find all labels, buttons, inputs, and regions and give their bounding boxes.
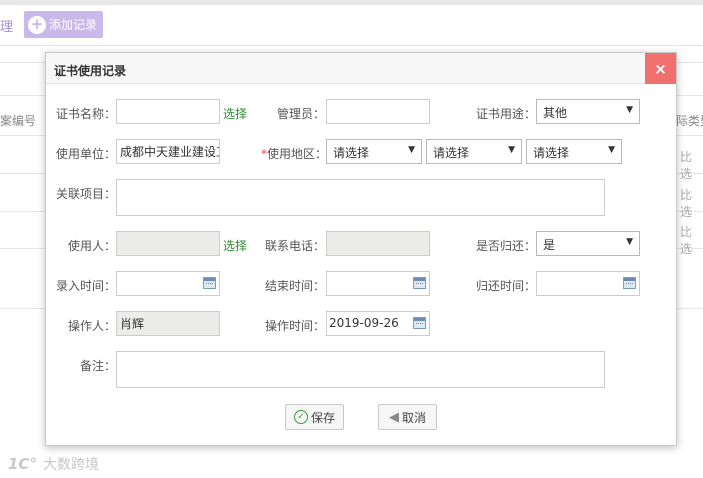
cert-name-label: 证书名称： — [56, 107, 117, 121]
cancel-label: 取消 — [401, 410, 426, 425]
admin-input[interactable] — [326, 99, 430, 124]
dropdown-arrow-icon: ▼ — [626, 237, 633, 247]
unit-input[interactable]: 成都中天建业建设工 — [116, 139, 220, 164]
table-cell: 比选 — [680, 150, 693, 181]
city-value: 请选择 — [433, 146, 470, 160]
return-time-label: 归还时间： — [476, 279, 537, 293]
phone-label: 联系电话： — [265, 239, 326, 253]
end-time-label: 结束时间： — [265, 279, 326, 293]
table-cell: 比选 — [680, 188, 693, 219]
admin-label: 管理员： — [277, 107, 326, 121]
returned-label: 是否归还： — [476, 239, 537, 253]
operator-label: 操作人： — [68, 319, 117, 333]
remark-label: 备注： — [80, 359, 117, 373]
table-cell: 比选 — [680, 225, 693, 256]
check-circle-icon: ✓ — [293, 410, 308, 424]
watermark-text: 大数跨境 — [42, 457, 99, 473]
save-button[interactable]: ✓ 保存 — [285, 404, 344, 430]
cert-name-input[interactable] — [116, 99, 220, 124]
unit-label: 使用单位： — [56, 147, 117, 161]
purpose-value: 其他 — [543, 106, 568, 120]
phone-input[interactable] — [326, 231, 430, 256]
region-label: *使用地区： — [261, 145, 327, 162]
end-time-input[interactable] — [326, 271, 430, 296]
project-label: 关联项目： — [56, 187, 117, 201]
district-value: 请选择 — [533, 146, 570, 160]
plus-icon: + — [28, 15, 46, 34]
dialog-title: 证书使用记录 — [54, 64, 127, 78]
user-label: 使用人： — [68, 239, 117, 253]
operate-time-input[interactable]: 2019-09-26 — [326, 311, 430, 336]
cancel-button[interactable]: ◀ 取消 — [378, 404, 437, 430]
cert-select-link[interactable]: 选择 — [223, 105, 247, 122]
returned-select[interactable]: 是 ▼ — [536, 231, 640, 256]
province-value: 请选择 — [333, 146, 370, 160]
add-record-label: 添加记录 — [49, 18, 98, 32]
add-record-button[interactable]: + 添加记录 — [24, 11, 103, 38]
operate-time-label: 操作时间： — [265, 319, 326, 333]
column-header-code: 案编号 — [0, 114, 37, 128]
dropdown-arrow-icon: ▼ — [408, 145, 415, 155]
user-input[interactable] — [116, 231, 220, 256]
watermark: 1C° 大数跨境 — [8, 454, 99, 474]
divider — [0, 45, 703, 46]
district-select[interactable]: 请选择 ▼ — [526, 139, 622, 164]
close-icon[interactable]: × — [645, 53, 676, 84]
province-select[interactable]: 请选择 ▼ — [326, 139, 422, 164]
calendar-icon[interactable] — [623, 277, 636, 289]
region-label-text: 使用地区： — [267, 147, 328, 161]
calendar-icon[interactable] — [413, 317, 426, 329]
purpose-label: 证书用途： — [476, 107, 537, 121]
calendar-icon[interactable] — [203, 277, 216, 289]
manage-text: 理 — [0, 20, 14, 35]
dropdown-arrow-icon: ▼ — [626, 105, 633, 115]
dropdown-arrow-icon: ▼ — [508, 145, 515, 155]
watermark-logo-icon: 1C° — [8, 455, 37, 473]
back-arrow-icon: ◀ — [388, 409, 399, 425]
calendar-icon[interactable] — [413, 277, 426, 289]
dialog-header: 证书使用记录 × — [46, 53, 676, 84]
user-select-link[interactable]: 选择 — [223, 237, 247, 254]
operate-time-value: 2019-09-26 — [329, 316, 399, 330]
purpose-select[interactable]: 其他 ▼ — [536, 99, 640, 124]
returned-value: 是 — [543, 238, 556, 252]
city-select[interactable]: 请选择 ▼ — [426, 139, 522, 164]
column-header-type: 际类型 — [676, 114, 703, 128]
return-time-input[interactable] — [536, 271, 640, 296]
project-textarea[interactable] — [116, 179, 605, 216]
entry-time-input[interactable] — [116, 271, 220, 296]
certificate-usage-dialog: 证书使用记录 × 证书名称： 选择 管理员： 证书用途： 其他 ▼ 使用单位： … — [45, 52, 677, 446]
remark-textarea[interactable] — [116, 351, 605, 388]
operator-input: 肖辉 — [116, 311, 220, 336]
entry-time-label: 录入时间： — [56, 279, 117, 293]
save-label: 保存 — [310, 410, 335, 425]
toolbar — [0, 5, 703, 45]
dropdown-arrow-icon: ▼ — [608, 145, 615, 155]
